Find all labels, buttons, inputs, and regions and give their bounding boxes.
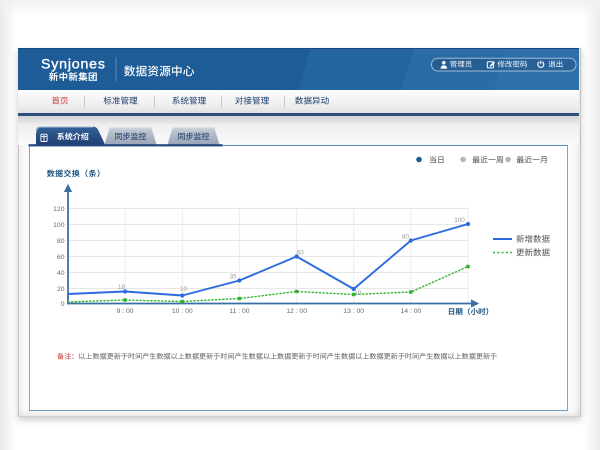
svg-text:100: 100	[53, 222, 65, 229]
svg-text:80: 80	[57, 238, 65, 245]
svg-text:100: 100	[454, 217, 465, 224]
svg-text:60: 60	[57, 254, 65, 261]
svg-text:14 : 00: 14 : 00	[401, 308, 422, 315]
svg-text:10: 10	[354, 290, 362, 297]
svg-text:10 : 00: 10 : 00	[172, 308, 193, 315]
svg-text:80: 80	[402, 233, 410, 240]
svg-text:18: 18	[118, 284, 126, 291]
svg-text:12 : 00: 12 : 00	[286, 308, 307, 315]
svg-text:Synjones: Synjones	[41, 57, 106, 73]
svg-text:35: 35	[229, 273, 237, 280]
svg-text:9 : 00: 9 : 00	[117, 308, 134, 315]
svg-text:20: 20	[57, 286, 65, 293]
svg-text:40: 40	[57, 270, 65, 277]
svg-text:13 : 00: 13 : 00	[343, 308, 364, 315]
svg-text:0: 0	[61, 301, 65, 308]
svg-text:120: 120	[53, 206, 65, 213]
svg-text:10: 10	[180, 286, 188, 293]
svg-text:60: 60	[297, 249, 305, 256]
svg-text:11 : 00: 11 : 00	[229, 308, 250, 315]
